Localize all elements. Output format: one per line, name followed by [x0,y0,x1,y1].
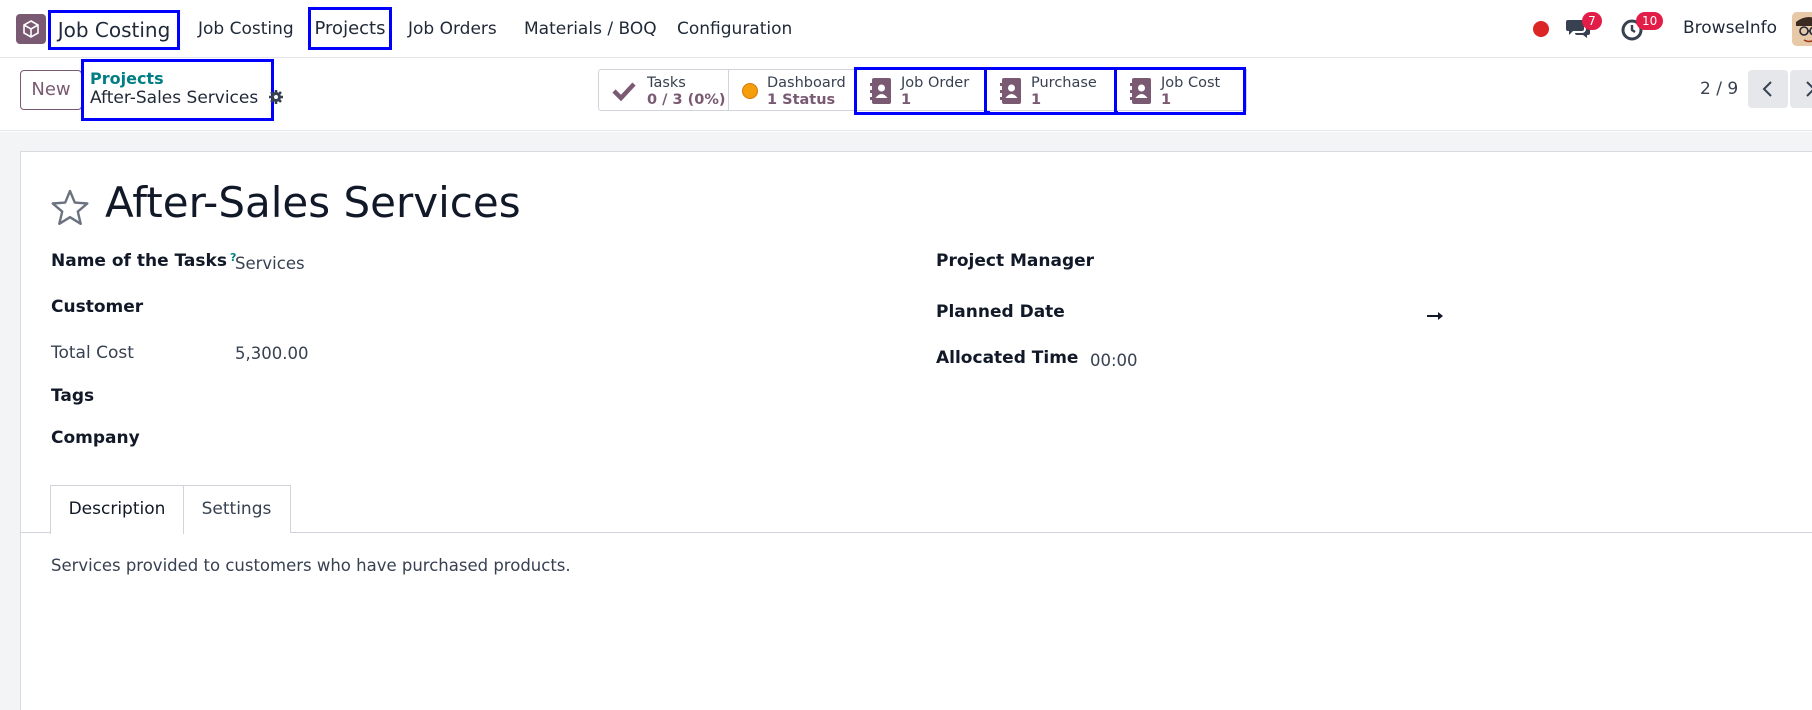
form-sheet [20,151,1812,710]
pager-counter[interactable]: 2 / 9 [1700,79,1738,99]
address-book-icon [1130,78,1151,104]
chat-count-badge: 7 [1582,12,1602,30]
gear-icon[interactable] [268,89,284,105]
tasks-value: 0 / 3 (0%) [647,92,726,108]
top-navbar: Job Costing Job Costing Projects Job Ord… [0,0,1812,58]
control-panel: New Projects After-Sales Services Tasks … [0,58,1812,131]
tasks-smart-button[interactable]: Tasks 0 / 3 (0%) [598,69,729,111]
task-name-field[interactable]: Services [235,254,305,273]
pager-next-button[interactable] [1790,70,1812,108]
project-manager-label: Project Manager [936,251,1095,271]
dashboard-title: Dashboard [767,75,846,91]
address-book-icon [870,78,891,104]
company-label: Company [51,428,140,448]
chevron-right-icon [1806,81,1812,97]
app-switcher-icon[interactable] [16,14,46,44]
address-book-icon [1000,78,1021,104]
breadcrumb-projects-link[interactable]: Projects [90,69,164,88]
breadcrumb-current-label: After-Sales Services [90,88,259,108]
menu-materials-boq[interactable]: Materials / BOQ [524,16,657,42]
check-icon [612,82,636,102]
task-name-label: Name of the Tasks? [51,251,236,271]
job-cost-value: 1 [1161,92,1172,108]
favorite-star-icon[interactable] [50,188,90,228]
menu-job-costing[interactable]: Job Costing [198,16,294,42]
description-text[interactable]: Services provided to customers who have … [51,556,571,575]
job-cost-title: Job Cost [1161,75,1221,91]
date-range-arrow-icon [1427,312,1443,320]
tags-label: Tags [51,386,95,406]
tab-settings[interactable]: Settings [183,485,291,533]
dashboard-value: 1 Status [767,92,836,108]
job-order-title: Job Order [901,75,970,91]
purchase-smart-button[interactable]: Purchase 1 [984,67,1118,115]
job-order-smart-button[interactable]: Job Order 1 [854,67,990,115]
user-avatar[interactable] [1792,12,1812,46]
total-cost-label: Total Cost [51,343,134,363]
activity-count-badge: 10 [1636,12,1664,30]
customer-label: Customer [51,297,144,317]
status-dot-icon [742,83,758,99]
purchase-value: 1 [1031,92,1042,108]
presence-status-icon[interactable] [1533,21,1549,37]
breadcrumb: Projects After-Sales Services [81,59,283,121]
planned-date-label: Planned Date [936,302,1065,322]
tasks-title: Tasks [647,75,686,91]
allocated-time-label: Allocated Time [936,348,1079,368]
chevron-left-icon [1762,81,1772,97]
smart-buttons: Tasks 0 / 3 (0%) Dashboard 1 Status Job … [598,67,1247,115]
record-title[interactable]: After-Sales Services [105,178,521,227]
allocated-time-field[interactable]: 00:00 [1090,351,1138,370]
task-name-label-text: Name of the Tasks [51,251,227,271]
menu-projects[interactable]: Projects [308,7,392,50]
job-order-value: 1 [901,92,912,108]
menu-job-orders[interactable]: Job Orders [408,16,497,42]
company-switcher[interactable]: BrowseInfo [1683,18,1777,38]
job-cost-smart-button[interactable]: Job Cost 1 [1114,67,1247,115]
app-name[interactable]: Job Costing [48,10,180,50]
menu-configuration[interactable]: Configuration [677,16,792,42]
new-button[interactable]: New [20,70,82,110]
pager-previous-button[interactable] [1748,70,1788,108]
tab-description[interactable]: Description [50,485,184,534]
total-cost-value: 5,300.00 [235,344,309,363]
dashboard-smart-button[interactable]: Dashboard 1 Status [729,69,857,111]
purchase-title: Purchase [1031,75,1097,91]
breadcrumb-current: After-Sales Services [90,88,284,108]
